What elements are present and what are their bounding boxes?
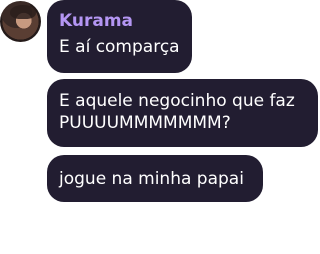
message-text: jogue na minha papai xyxy=(59,169,244,189)
avatar[interactable] xyxy=(0,1,41,42)
message-text: E aquele negocinho que faz PUUUUMMMMMMM? xyxy=(59,91,295,133)
sender-name[interactable]: Kurama xyxy=(59,10,192,32)
chat-bubble: E aquele negocinho que faz PUUUUMMMMMMM? xyxy=(47,79,318,147)
chat-bubble: Kurama E aí comparça xyxy=(47,0,192,73)
chat-bubble: jogue na minha papai xyxy=(47,155,263,202)
message-text: E aí comparça xyxy=(59,37,180,57)
